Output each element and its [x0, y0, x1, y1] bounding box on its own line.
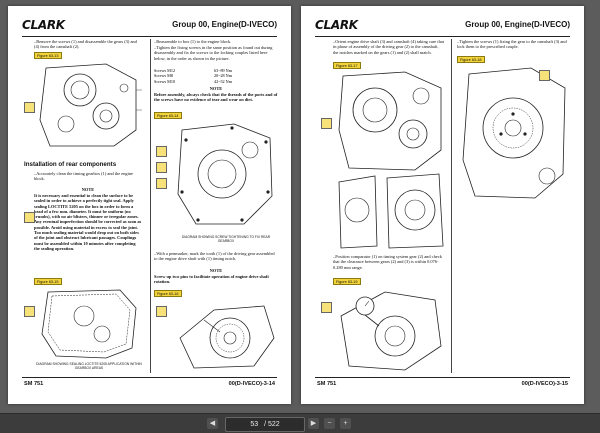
viewer-toolbar: ◀ 53 / 522 ▶ − +	[0, 413, 600, 433]
footer-rule	[22, 377, 277, 378]
figure-label: Figure 63-17	[333, 62, 361, 69]
figure-label: Figure 63-14	[154, 112, 182, 119]
instruction-check-clearance: –Position comparator (1) on timing syste…	[333, 254, 442, 270]
figure-label: Figure 63-16	[154, 290, 182, 297]
sealant-application-drawing	[41, 289, 137, 359]
instruction-remove-screws: –Remove the screws (1) and disassemble t…	[34, 39, 137, 50]
wrench-icon	[539, 70, 550, 81]
caution-icon	[24, 102, 35, 113]
figure-label: Figure 63-15	[34, 278, 62, 285]
note-title: NOTE	[81, 187, 95, 192]
torque-icon	[156, 162, 167, 173]
footer-manual-code: SM 751	[24, 381, 44, 387]
current-page-field[interactable]: 53	[250, 421, 258, 428]
zoom-out-button[interactable]: −	[324, 418, 335, 429]
prev-page-button[interactable]: ◀	[207, 418, 218, 429]
tools-icon	[156, 178, 167, 189]
figure-caption: DIAGRAM SHOWING SCREW TIGHTENING TO FIX …	[181, 235, 271, 243]
note-sealing-text: It is necessary and essential to clean t…	[34, 193, 142, 251]
zoom-in-button[interactable]: +	[340, 418, 351, 429]
timing-gears-drawing	[338, 71, 444, 249]
comparator-gauge-drawing	[340, 291, 442, 371]
header-rule	[22, 36, 277, 37]
column-divider	[451, 39, 452, 373]
footer-page-number: 00(D-IVECO)-3-14	[228, 381, 275, 387]
clark-logo: CLARK	[22, 18, 65, 32]
pen-marker-icon	[156, 306, 167, 317]
note-icon	[24, 212, 35, 223]
figure-label: Figure 63-18	[457, 56, 485, 63]
sealant-icon	[24, 306, 35, 317]
instruction-tighten-screws: –Tighten the fixing screws in the same p…	[154, 45, 273, 61]
column-divider	[150, 39, 151, 373]
figure-label: Figure 63-19	[333, 278, 361, 285]
instruction-mark-tooth: –With a penmarker, mark the tooth (1) of…	[154, 251, 275, 262]
figure-caption: DIAGRAM SHOWING SEALING LOCTITE 5205 APP…	[36, 362, 142, 370]
torque-table: Screws M12 63~89 Nm Screws M8 20~28 Nm Scr…	[154, 68, 278, 84]
page-header-title: Group 00, Engine(D-IVECO)	[465, 20, 570, 29]
page-header-title: Group 00, Engine(D-IVECO)	[172, 20, 277, 29]
note-title: NOTE	[209, 268, 223, 273]
gauge-icon	[321, 302, 332, 313]
instruction-reassemble-box: –Reassemble to box (1) to the engine blo…	[154, 39, 232, 44]
header-rule	[315, 36, 570, 37]
wrench-icon	[156, 146, 167, 157]
clark-logo: CLARK	[315, 18, 358, 32]
footer-page-number: 00(D-IVECO)-3-15	[521, 381, 568, 387]
drive-gear-marking-drawing	[179, 305, 275, 369]
page-navigator[interactable]: 53 / 522	[225, 417, 305, 432]
next-page-button[interactable]: ▶	[308, 418, 319, 429]
gearbox-rear-drawing	[39, 63, 142, 147]
instruction-tighten-camshaft-screws: –Tighten the screws (1) fixing the gear …	[457, 39, 567, 50]
right-page: CLARK Group 00, Engine(D-IVECO) –Orient …	[301, 6, 584, 404]
note-title: NOTE	[209, 86, 223, 91]
gearbox-screw-order-drawing	[177, 123, 273, 225]
torque-row: Screws M10 42~52 Nm	[154, 78, 232, 84]
instruction-clean-box: –Accurately clean the timing gearbox (1)…	[34, 171, 133, 182]
camshaft-gear-drawing	[462, 67, 566, 199]
instruction-orient-shafts: –Orient engine drive shaft (3) and camsh…	[333, 39, 444, 55]
gear-alignment-icon	[321, 118, 332, 129]
footer-manual-code: SM 751	[317, 381, 337, 387]
figure-label: Figure 63-13	[34, 52, 62, 59]
section-heading: Installation of rear components	[24, 161, 117, 168]
total-pages-label: / 522	[264, 421, 280, 428]
note-pins-text: Screw up two pins to facilitate operatio…	[154, 274, 269, 285]
note-threads-text: Before assembly, always check that the t…	[154, 92, 278, 103]
footer-rule	[315, 377, 570, 378]
left-page: CLARK Group 00, Engine(D-IVECO) –Remove …	[8, 6, 291, 404]
